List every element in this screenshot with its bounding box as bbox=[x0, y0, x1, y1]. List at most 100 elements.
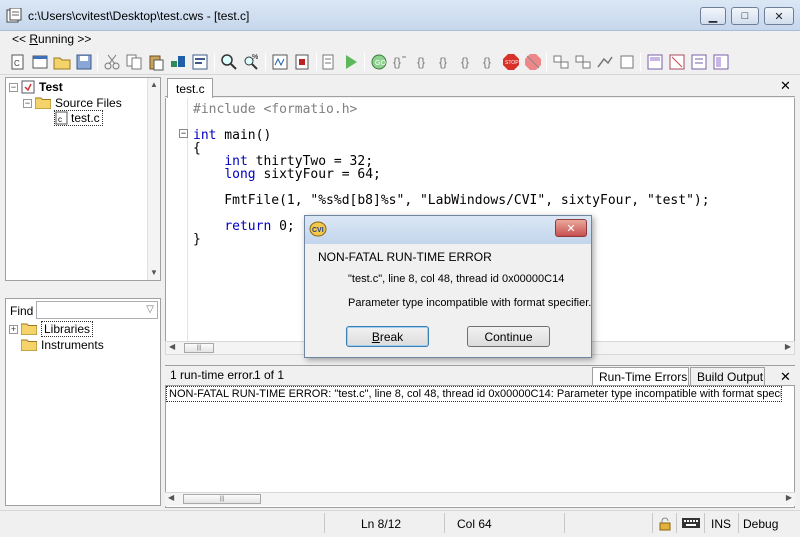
scroll-left-icon[interactable]: ◀ bbox=[168, 493, 174, 502]
tree-item-source-files[interactable]: − Source Files bbox=[23, 95, 122, 111]
code-line: } bbox=[193, 232, 201, 247]
build-icon[interactable] bbox=[168, 52, 188, 72]
breakpoint-icon[interactable] bbox=[270, 52, 290, 72]
terminate-icon[interactable]: {} bbox=[457, 52, 477, 72]
save-icon[interactable] bbox=[74, 52, 94, 72]
cut-icon[interactable] bbox=[102, 52, 122, 72]
menu-running[interactable]: << Running >> bbox=[12, 32, 91, 46]
find-label: Find bbox=[10, 304, 34, 318]
cascade-icon[interactable] bbox=[689, 52, 709, 72]
arrange-icon[interactable] bbox=[711, 52, 731, 72]
tab-build-output[interactable]: Build Output bbox=[690, 367, 765, 385]
expand-icon[interactable]: + bbox=[9, 324, 18, 334]
svg-text:{}: {} bbox=[461, 55, 469, 69]
find-input[interactable]: ▽ bbox=[36, 301, 158, 319]
scroll-down-icon[interactable]: ▼ bbox=[148, 267, 160, 279]
svg-text:GO: GO bbox=[375, 60, 386, 67]
find-next-icon[interactable]: % bbox=[241, 52, 261, 72]
dialog-message: Parameter type incompatible with format … bbox=[348, 297, 592, 309]
run-icon[interactable] bbox=[190, 52, 210, 72]
step-back-icon[interactable]: {} bbox=[479, 52, 499, 72]
project-name: Test bbox=[39, 80, 63, 94]
break-button[interactable]: Break bbox=[346, 326, 429, 347]
close-errors-icon[interactable]: ✕ bbox=[780, 369, 791, 385]
c-file-icon: c bbox=[55, 111, 68, 125]
svg-text:{}: {} bbox=[417, 55, 425, 69]
status-spacer bbox=[564, 513, 652, 533]
scroll-left-icon[interactable]: ◀ bbox=[169, 342, 175, 351]
stop-sign-icon[interactable]: STOP bbox=[501, 52, 521, 72]
tile-v-icon[interactable] bbox=[667, 52, 687, 72]
tree-scrollbar[interactable]: ▲ ▼ bbox=[147, 78, 160, 280]
callstack-icon[interactable] bbox=[617, 52, 637, 72]
memory-icon[interactable] bbox=[595, 52, 615, 72]
svg-text:c: c bbox=[58, 115, 62, 124]
new-file-icon[interactable]: C bbox=[8, 52, 28, 72]
maximize-button[interactable]: □ bbox=[731, 7, 759, 25]
status-col: Col 64 bbox=[444, 513, 564, 533]
close-window-button[interactable]: ✕ bbox=[764, 7, 794, 25]
paste-icon[interactable] bbox=[146, 52, 166, 72]
errors-horizontal-scrollbar[interactable]: ◀ ||| ▶ bbox=[165, 492, 795, 506]
filter-icon[interactable]: ▽ bbox=[146, 304, 154, 315]
tree-item-libraries[interactable]: + Libraries bbox=[9, 321, 94, 337]
step-icon[interactable] bbox=[320, 52, 340, 72]
tile-h-icon[interactable] bbox=[645, 52, 665, 72]
tab-test-c[interactable]: test.c bbox=[167, 78, 213, 98]
code-line: int main() bbox=[193, 128, 272, 143]
scroll-thumb[interactable]: ||| bbox=[184, 343, 214, 353]
find-icon[interactable] bbox=[219, 52, 239, 72]
scroll-up-icon[interactable]: ▲ bbox=[148, 79, 160, 91]
status-ins: INS bbox=[704, 513, 738, 533]
error-list bbox=[165, 385, 795, 508]
collapse-icon[interactable]: − bbox=[9, 82, 18, 92]
tree-item-instruments[interactable]: Instruments bbox=[21, 337, 104, 353]
file-label: test.c bbox=[71, 111, 100, 125]
open-folder-icon[interactable] bbox=[52, 52, 72, 72]
status-line: Ln 8/12 bbox=[324, 513, 444, 533]
reset-icon[interactable] bbox=[523, 52, 543, 72]
app-icon bbox=[6, 7, 22, 24]
svg-text:%: % bbox=[252, 54, 258, 61]
close-editor-icon[interactable]: ✕ bbox=[780, 78, 791, 94]
scroll-thumb[interactable]: ||| bbox=[183, 494, 261, 504]
open-file-icon[interactable] bbox=[30, 52, 50, 72]
status-mode: Debug bbox=[738, 513, 782, 533]
folder-icon bbox=[35, 97, 51, 109]
stop-icon[interactable] bbox=[292, 52, 312, 72]
window-title: c:\Users\cvitest\Desktop\test.cws - [tes… bbox=[28, 9, 250, 23]
menu-bar: << Running >> bbox=[0, 31, 800, 49]
editor-tab-bar bbox=[165, 77, 795, 97]
keyboard-icon bbox=[676, 513, 704, 533]
code-line: long sixtyFour = 64; bbox=[224, 167, 381, 182]
fold-icon[interactable]: − bbox=[179, 129, 188, 138]
tree-item-test-c[interactable]: c test.c bbox=[54, 110, 103, 126]
dialog-close-button[interactable]: ✕ bbox=[555, 219, 587, 237]
toolbar: C % GO {} {} {} {} {} STOP bbox=[0, 49, 800, 75]
svg-text:STOP: STOP bbox=[505, 60, 519, 66]
project-icon bbox=[21, 80, 35, 94]
step-out-icon[interactable]: {} bbox=[413, 52, 433, 72]
go-icon[interactable] bbox=[341, 52, 361, 72]
title-bar: c:\Users\cvitest\Desktop\test.cws - [tes… bbox=[0, 0, 800, 31]
continue-button[interactable]: Continue bbox=[467, 326, 550, 347]
error-row[interactable]: NON-FATAL RUN-TIME ERROR: "test.c", line… bbox=[166, 386, 782, 402]
svg-text:{}: {} bbox=[483, 55, 491, 69]
minimize-button[interactable]: ▁ bbox=[700, 7, 726, 25]
tree-item-project[interactable]: − Test bbox=[9, 79, 63, 95]
cvi-icon: CVI bbox=[309, 221, 327, 237]
tab-run-time-errors[interactable]: Run-Time Errors bbox=[592, 367, 689, 385]
error-count: 1 run-time error. bbox=[170, 368, 256, 382]
step-over-icon[interactable]: {} bbox=[391, 52, 411, 72]
scroll-right-icon[interactable]: ▶ bbox=[786, 493, 792, 502]
variables-icon[interactable] bbox=[573, 52, 593, 72]
copy-icon[interactable] bbox=[124, 52, 144, 72]
scroll-right-icon[interactable]: ▶ bbox=[785, 342, 791, 351]
run-to-cursor-icon[interactable]: {} bbox=[435, 52, 455, 72]
libraries-label: Libraries bbox=[41, 321, 94, 337]
collapse-icon[interactable]: − bbox=[23, 98, 32, 108]
svg-text:CVI: CVI bbox=[312, 227, 324, 234]
watch-icon[interactable] bbox=[551, 52, 571, 72]
step-into-icon[interactable]: GO bbox=[369, 52, 389, 72]
svg-text:C: C bbox=[14, 59, 20, 68]
